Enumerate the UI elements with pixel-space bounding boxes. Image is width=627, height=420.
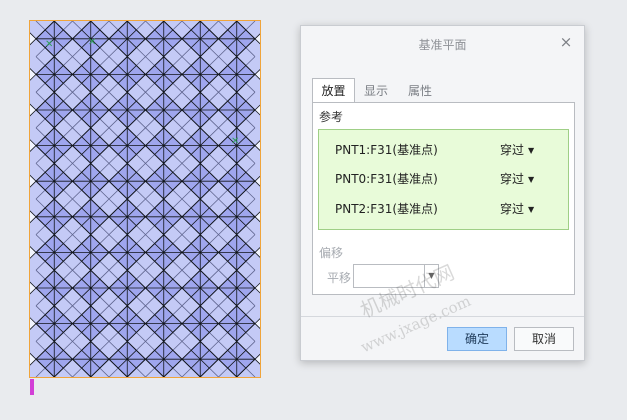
dialog-title: 基准平面 [418, 38, 467, 52]
placement-panel: 参考 PNT1:F31(基准点) 穿过 ▼ PNT0:F31(基准点) 穿过 ▼ P… [312, 102, 575, 295]
cancel-button[interactable]: 取消 [514, 327, 574, 351]
chevron-down-icon[interactable]: ▼ [424, 265, 438, 287]
ok-button[interactable]: 确定 [447, 327, 507, 351]
reference-name: PNT0:F31(基准点) [335, 172, 438, 186]
translate-input[interactable] [354, 265, 424, 287]
constraint-value: 穿过 [500, 202, 525, 216]
translate-combobox[interactable]: ▼ [353, 264, 439, 288]
list-item[interactable]: PNT1:F31(基准点) 穿过 ▼ [319, 137, 568, 159]
constraint-value: 穿过 [500, 143, 525, 157]
constraint-dropdown[interactable]: 穿过 ▼ [500, 200, 534, 217]
reference-name: PNT1:F31(基准点) [335, 143, 438, 157]
references-label: 参考 [319, 110, 344, 124]
constraint-dropdown[interactable]: 穿过 ▼ [500, 170, 534, 187]
dialog-title-bar[interactable]: 基准平面 × [301, 26, 584, 60]
diamond-pattern [30, 21, 260, 377]
datum-plane-dialog: 基准平面 × 放置 显示 属性 参考 PNT1:F31(基准点) 穿过 ▼ PNT… [300, 25, 585, 361]
chevron-down-icon: ▼ [528, 175, 535, 184]
tab-properties[interactable]: 属性 [398, 78, 442, 103]
chevron-down-icon: ▼ [528, 146, 535, 155]
constraint-dropdown[interactable]: 穿过 ▼ [500, 141, 534, 158]
tab-placement[interactable]: 放置 [312, 78, 355, 103]
tab-display[interactable]: 显示 [356, 78, 396, 103]
translate-label: 平移 [327, 271, 352, 285]
list-item[interactable]: PNT2:F31(基准点) 穿过 ▼ [319, 196, 568, 218]
coordinate-marker [30, 379, 34, 395]
reference-name: PNT2:F31(基准点) [335, 202, 438, 216]
divider [301, 316, 584, 317]
offset-label: 偏移 [319, 246, 344, 260]
list-item[interactable]: PNT0:F31(基准点) 穿过 ▼ [319, 166, 568, 188]
references-list[interactable]: PNT1:F31(基准点) 穿过 ▼ PNT0:F31(基准点) 穿过 ▼ PNT2… [318, 129, 569, 230]
datum-point-icon: ✕ [88, 37, 97, 48]
constraint-value: 穿过 [500, 172, 525, 186]
datum-point-icon: ✕ [45, 39, 54, 50]
chevron-down-icon: ▼ [528, 205, 535, 214]
close-icon[interactable]: × [559, 34, 573, 50]
datum-point-icon: ✕ [231, 136, 240, 147]
